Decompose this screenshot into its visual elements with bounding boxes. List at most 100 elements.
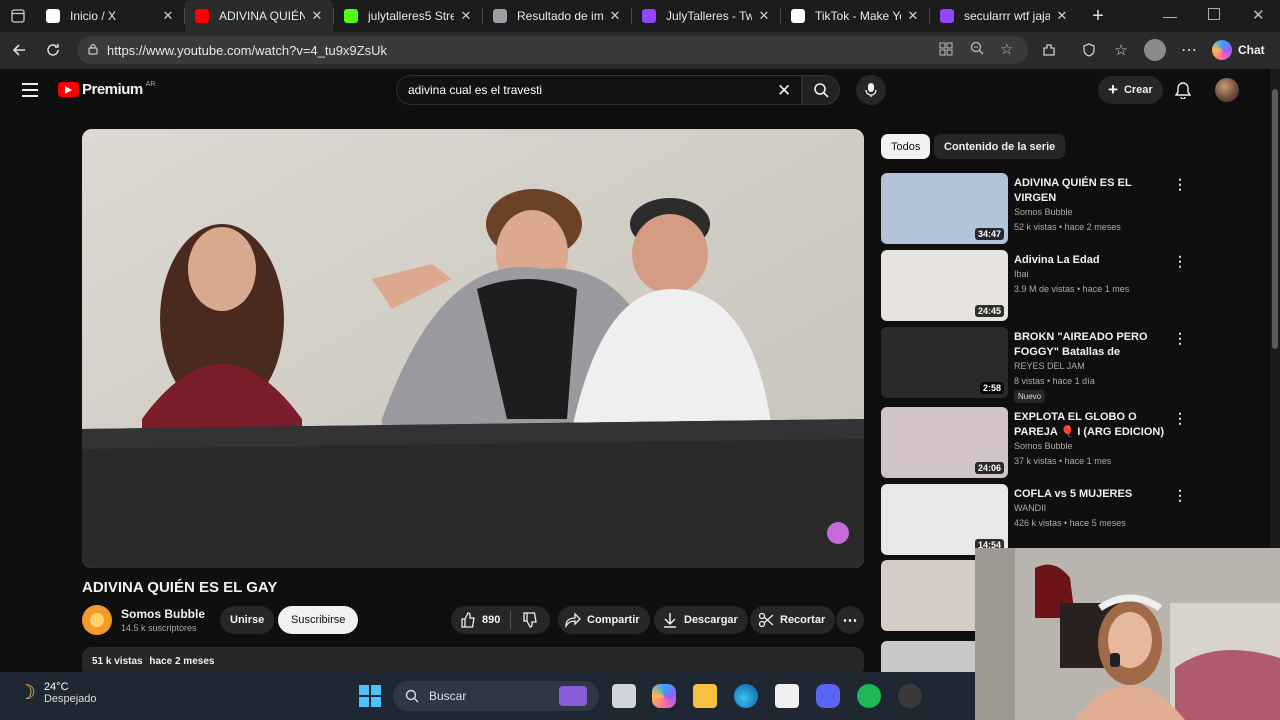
discord-icon[interactable] <box>816 684 840 708</box>
spotify-icon[interactable] <box>857 684 881 708</box>
clear-search-icon[interactable]: ✕ <box>777 81 791 101</box>
recommended-video[interactable]: 34:47 ADIVINA QUIÉN ES EL VIRGEN Somos Bub… <box>881 173 1191 245</box>
recommended-meta: 52 k vistas • hace 2 meses <box>1014 222 1121 232</box>
browser-tab[interactable]: julytalleres5 Strea ✕ <box>334 0 482 32</box>
recommended-video[interactable]: 24:45 Adivina La Edad Ibai 3.9 M de vistas … <box>881 250 1191 322</box>
browser-essentials-icon[interactable] <box>1078 39 1100 61</box>
copilot-taskbar-icon[interactable] <box>652 684 676 708</box>
plus-icon: + <box>1108 80 1118 99</box>
close-tab-icon[interactable]: ✕ <box>607 8 623 24</box>
search-button[interactable] <box>802 75 840 105</box>
recommended-title[interactable]: Adivina La Edad <box>1014 253 1176 268</box>
recommended-channel[interactable]: Ibai <box>1014 269 1029 279</box>
share-button[interactable]: Compartir <box>558 606 650 634</box>
youtube-logo[interactable]: Premium AR <box>58 81 155 98</box>
browser-tab[interactable]: TikTok - Make You ✕ <box>781 0 929 32</box>
more-actions-button[interactable]: ⋯ <box>836 606 864 634</box>
notifications-bell-icon[interactable] <box>1174 82 1192 104</box>
dislike-button[interactable] <box>511 612 538 628</box>
tab-label: JulyTalleres - Twitc <box>666 9 752 23</box>
browser-tab[interactable]: secularrr wtf jajaj ✕ <box>930 0 1078 32</box>
browser-tab[interactable]: JulyTalleres - Twitc ✕ <box>632 0 780 32</box>
video-options-icon[interactable]: ⋮ <box>1173 176 1187 193</box>
channel-avatar[interactable] <box>82 605 112 635</box>
more-menu-icon[interactable]: ⋯ <box>1178 39 1200 61</box>
close-tab-icon[interactable]: ✕ <box>756 8 772 24</box>
browser-tab[interactable]: ADIVINA QUIÉN E ✕ <box>185 0 333 32</box>
close-tab-icon[interactable]: ✕ <box>309 8 325 24</box>
clip-button[interactable]: Recortar <box>750 606 836 634</box>
file-explorer-icon[interactable] <box>693 684 717 708</box>
download-button[interactable]: Descargar <box>654 606 748 634</box>
start-button[interactable] <box>358 684 382 708</box>
maximize-button[interactable] <box>1208 8 1220 20</box>
close-tab-icon[interactable]: ✕ <box>458 8 474 24</box>
task-view-icon[interactable] <box>612 684 636 708</box>
join-button[interactable]: Unirse <box>220 606 275 634</box>
search-input[interactable]: adivina cual es el travesti ✕ <box>396 75 802 105</box>
video-thumbnail[interactable]: 2:58 <box>881 327 1008 398</box>
video-options-icon[interactable]: ⋮ <box>1173 410 1187 427</box>
browser-tab-strip: Inicio / X✕ADIVINA QUIÉN E✕julytalleres5… <box>0 0 1280 32</box>
minimize-button[interactable]: — <box>1163 8 1177 24</box>
filter-chip[interactable]: Contenido de la serie <box>934 134 1066 159</box>
video-options-icon[interactable]: ⋮ <box>1173 330 1187 347</box>
filter-chip[interactable]: Todos <box>881 134 931 159</box>
recommended-channel[interactable]: REYES DEL JAM <box>1014 361 1085 371</box>
video-thumbnail[interactable]: 24:06 <box>881 407 1008 478</box>
hamburger-menu-icon[interactable] <box>22 83 38 102</box>
account-avatar[interactable] <box>1215 78 1239 102</box>
subscribe-button[interactable]: Suscribirse <box>278 606 359 634</box>
tab-actions-icon[interactable] <box>0 0 36 32</box>
recommended-video[interactable]: 2:58 BROKN "AIREADO PERO FOGGY" Batallas … <box>881 327 1191 403</box>
close-window-button[interactable]: ✕ <box>1252 6 1265 24</box>
subscriber-count: 14.5 k suscriptores <box>121 623 197 633</box>
new-tab-button[interactable]: + <box>1082 0 1114 32</box>
favorite-star-icon[interactable]: ☆ <box>1000 40 1013 58</box>
video-thumbnail[interactable]: 14:54 <box>881 484 1008 555</box>
app-available-icon[interactable] <box>939 42 953 59</box>
recommended-title[interactable]: EXPLOTA EL GLOBO O PAREJA 🎈 I (ARG EDICI… <box>1014 410 1176 440</box>
back-button[interactable] <box>3 34 35 66</box>
reload-button[interactable] <box>37 34 69 66</box>
copilot-chat-button[interactable]: Chat <box>1212 38 1265 62</box>
create-button[interactable]: + Crear <box>1098 76 1163 104</box>
microsoft-store-icon[interactable] <box>775 684 799 708</box>
recommended-channel[interactable]: Somos Bubble <box>1014 207 1073 217</box>
recommended-meta: 37 k vistas • hace 1 mes <box>1014 456 1112 466</box>
video-duration: 2:58 <box>979 382 1004 394</box>
site-info-icon[interactable] <box>87 43 99 58</box>
recommended-video[interactable]: 14:54 COFLA vs 5 MUJERES WANDII 426 k vista… <box>881 484 1191 556</box>
recommended-video[interactable]: 24:06 EXPLOTA EL GLOBO O PAREJA 🎈 I (ARG … <box>881 407 1191 479</box>
browser-tab[interactable]: Inicio / X ✕ <box>36 0 184 32</box>
recommended-title[interactable]: ADIVINA QUIÉN ES EL VIRGEN <box>1014 176 1176 206</box>
video-options-icon[interactable]: ⋮ <box>1173 487 1187 504</box>
new-badge: Nuevo <box>1014 390 1046 403</box>
video-thumbnail[interactable]: 34:47 <box>881 173 1008 244</box>
profile-avatar[interactable] <box>1144 39 1166 61</box>
video-thumbnail[interactable]: 24:45 <box>881 250 1008 321</box>
taskbar-search[interactable]: Buscar <box>393 681 599 711</box>
close-tab-icon[interactable]: ✕ <box>905 8 921 24</box>
obs-icon[interactable] <box>898 684 922 708</box>
zoom-icon[interactable] <box>970 41 984 58</box>
channel-name[interactable]: Somos Bubble <box>121 607 205 621</box>
extensions-icon[interactable] <box>1038 39 1060 61</box>
edge-browser-icon[interactable] <box>734 684 758 708</box>
close-tab-icon[interactable]: ✕ <box>160 8 176 24</box>
upload-date: hace 2 meses <box>149 656 215 667</box>
weather-widget[interactable]: ☽ 24°C Despejado <box>18 680 97 705</box>
recommended-channel[interactable]: Somos Bubble <box>1014 441 1073 451</box>
voice-search-button[interactable] <box>856 75 886 105</box>
recommended-channel[interactable]: WANDII <box>1014 503 1046 513</box>
like-button[interactable]: 890 <box>451 606 500 634</box>
video-player[interactable] <box>82 129 864 568</box>
recommended-title[interactable]: COFLA vs 5 MUJERES <box>1014 487 1176 502</box>
browser-tab[interactable]: Resultado de imág ✕ <box>483 0 631 32</box>
recommended-title[interactable]: BROKN "AIREADO PERO FOGGY" Batallas de c… <box>1014 330 1176 360</box>
description-box[interactable]: 51 k vistas hace 2 meses <box>82 647 864 672</box>
favorites-icon[interactable]: ☆ <box>1110 39 1132 61</box>
video-options-icon[interactable]: ⋮ <box>1173 253 1187 270</box>
close-tab-icon[interactable]: ✕ <box>1054 8 1070 24</box>
address-bar[interactable]: https://www.youtube.com/watch?v=4_tu9x9Z… <box>77 36 1028 64</box>
